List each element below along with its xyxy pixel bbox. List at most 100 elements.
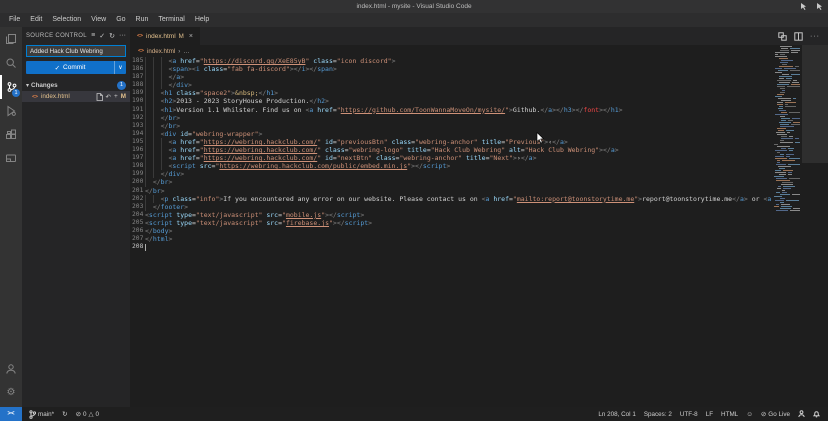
code-line[interactable]: </div> — [145, 81, 772, 89]
code-line[interactable]: </body> — [145, 227, 772, 235]
menu-run[interactable]: Run — [131, 13, 154, 27]
open-changes-icon[interactable] — [778, 32, 787, 41]
code-line[interactable]: </br> — [145, 178, 772, 186]
breadcrumb[interactable]: <> index.html › … — [130, 45, 798, 57]
remote-indicator[interactable]: >< — [0, 407, 22, 421]
menu-view[interactable]: View — [86, 13, 111, 27]
commit-check-icon[interactable]: ✓ — [99, 32, 105, 40]
code-line[interactable]: <script type="text/javascript" src="mobi… — [145, 211, 772, 219]
changed-file-row[interactable]: <> index.html ↶ + M — [22, 91, 130, 102]
changes-section-header[interactable]: ▾ Changes 1 — [22, 79, 130, 91]
changes-count-badge: 1 — [117, 81, 126, 90]
person-icon[interactable] — [798, 410, 805, 418]
remote-explorer-icon[interactable] — [0, 147, 22, 171]
tab-close-icon[interactable]: × — [189, 33, 193, 40]
line-number: 193 — [132, 122, 143, 130]
code-line[interactable]: <span><i class="fab fa-discord"></i></sp… — [145, 65, 772, 73]
sync-status[interactable]: ↻ — [62, 410, 67, 418]
explorer-icon[interactable] — [0, 27, 22, 51]
code-line[interactable]: <script src="https://webring.hackclub.co… — [145, 162, 772, 170]
code-line[interactable]: </html> — [145, 235, 772, 243]
line-number: 192 — [132, 114, 143, 122]
extensions-icon[interactable] — [0, 123, 22, 147]
changes-label: Changes — [31, 82, 115, 89]
run-debug-icon[interactable] — [0, 99, 22, 123]
code-line[interactable]: <a href="https://discord.gg/XeE85yB" cla… — [145, 57, 772, 65]
code-line[interactable]: <h1 class="space2">&nbsp;</h1> — [145, 89, 772, 97]
language-mode[interactable]: HTML — [721, 411, 738, 418]
search-icon[interactable] — [0, 51, 22, 75]
code-content[interactable]: <a href="https://discord.gg/XeE85yB" cla… — [145, 57, 772, 251]
menu-terminal[interactable]: Terminal — [153, 13, 189, 27]
code-area[interactable]: 1851861871881891901911921931941951961971… — [130, 57, 828, 407]
discard-changes-icon[interactable]: ↶ — [106, 93, 111, 101]
code-line[interactable] — [145, 243, 772, 251]
code-line[interactable]: </br> — [145, 114, 772, 122]
view-as-list-icon[interactable]: ≡ — [91, 32, 95, 40]
eol-sequence[interactable]: LF — [706, 411, 713, 418]
editor-more-actions-icon[interactable]: ··· — [810, 33, 820, 40]
line-number-gutter: 1851861871881891901911921931941951961971… — [132, 57, 143, 251]
code-line[interactable]: <h1>Version 1.1 Whilster. Find us on <a … — [145, 106, 772, 114]
commit-message-input[interactable] — [26, 45, 126, 57]
more-actions-icon[interactable]: ··· — [119, 32, 126, 40]
code-line[interactable]: <a href="https://webring.hackclub.com/" … — [145, 146, 772, 154]
split-editor-icon[interactable] — [794, 32, 803, 41]
code-line[interactable]: </a> — [145, 73, 772, 81]
accounts-icon[interactable] — [0, 357, 22, 381]
code-line[interactable]: </footer> — [145, 203, 772, 211]
indent-guide — [145, 195, 153, 203]
window-controls[interactable] — [800, 2, 823, 11]
editor-group: <> index.html M × ··· <> index.html › … … — [130, 27, 828, 407]
settings-gear-icon[interactable]: ⚙ — [0, 381, 22, 405]
breadcrumb-file[interactable]: index.html — [147, 48, 175, 55]
minimap[interactable] — [773, 46, 800, 212]
menu-go[interactable]: Go — [111, 13, 130, 27]
scrollbar-thumb[interactable] — [802, 45, 828, 163]
branch-status[interactable]: main* — [29, 410, 54, 419]
line-number: 208 — [132, 243, 143, 251]
code-line[interactable]: <p class="info">If you encountered any e… — [145, 195, 772, 203]
feedback-icon[interactable]: ☺ — [746, 411, 753, 418]
indent-guide — [145, 162, 153, 170]
html-file-icon: <> — [137, 33, 143, 39]
code-line[interactable]: <a href="https://webring.hackclub.com/" … — [145, 154, 772, 162]
indentation[interactable]: Spaces: 2 — [644, 411, 672, 418]
stage-changes-icon[interactable]: + — [114, 93, 118, 100]
check-icon: ✓ — [55, 64, 60, 72]
tab-index-html[interactable]: <> index.html M × — [130, 27, 200, 45]
refresh-icon[interactable]: ↻ — [109, 32, 115, 40]
code-line[interactable]: <h2>2013 - 2023 StoryHouse Production.</… — [145, 97, 772, 105]
problems-status[interactable]: ⊘ 0 △ 0 — [76, 410, 99, 418]
menu-edit[interactable]: Edit — [25, 13, 47, 27]
code-line[interactable]: <a href="https://webring.hackclub.com/" … — [145, 138, 772, 146]
indent-guide — [153, 162, 161, 170]
pointer-icon[interactable] — [800, 2, 807, 11]
notifications-bell-icon[interactable] — [813, 410, 820, 418]
source-control-icon[interactable]: 1 — [0, 75, 22, 99]
code-line[interactable]: </br> — [145, 122, 772, 130]
line-number: 201 — [132, 187, 143, 195]
line-number: 186 — [132, 65, 143, 73]
encoding[interactable]: UTF-8 — [680, 411, 698, 418]
indent-guide — [145, 89, 153, 97]
pointer-icon[interactable] — [816, 2, 823, 11]
line-number: 200 — [132, 178, 143, 186]
commit-button[interactable]: ✓ Commit ∨ — [26, 61, 126, 74]
indent-guide — [145, 81, 153, 89]
breadcrumb-more[interactable]: … — [183, 48, 189, 55]
menu-selection[interactable]: Selection — [47, 13, 86, 27]
code-line[interactable]: <script type="text/javascript" src="fire… — [145, 219, 772, 227]
open-file-icon[interactable] — [96, 93, 103, 101]
line-number: 199 — [132, 170, 143, 178]
cursor-position[interactable]: Ln 208, Col 1 — [598, 411, 635, 418]
code-line[interactable]: </br> — [145, 187, 772, 195]
editor-scrollbar[interactable] — [802, 45, 828, 407]
twisty-icon: ▾ — [26, 82, 29, 89]
menu-file[interactable]: File — [4, 13, 25, 27]
code-line[interactable]: <div id="webring-wrapper"> — [145, 130, 772, 138]
menu-help[interactable]: Help — [190, 13, 214, 27]
go-live-button[interactable]: ⊘ Go Live — [761, 410, 790, 418]
code-line[interactable]: </div> — [145, 170, 772, 178]
commit-dropdown-button[interactable]: ∨ — [114, 61, 126, 74]
